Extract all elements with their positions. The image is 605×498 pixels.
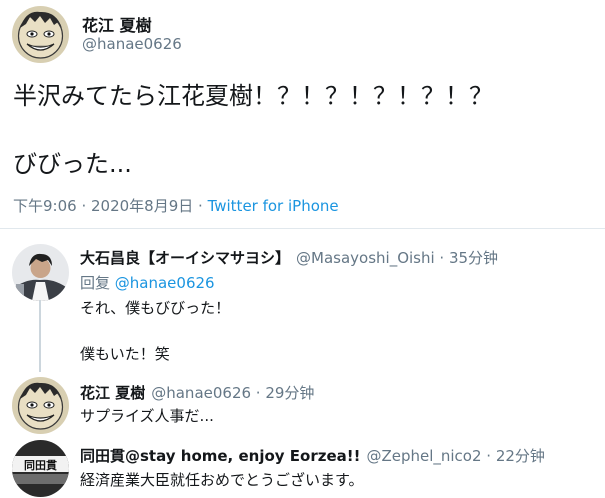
reply-text-line1: サプライズ人事だ... — [80, 407, 214, 425]
reply-author-handle[interactable]: @Masayoshi_Oishi · 35分钟 — [296, 249, 498, 267]
reply-header: 大石昌良【オーイシマサヨシ】 @Masayoshi_Oishi · 35分钟 — [80, 247, 498, 268]
reply-author-name[interactable]: 大石昌良【オーイシマサヨシ】 — [80, 249, 290, 267]
reply-avatar[interactable] — [12, 377, 69, 434]
reply-avatar[interactable]: 同田貫 — [12, 440, 69, 497]
author-name[interactable]: 花江 夏樹 — [82, 12, 152, 36]
reply-header: 花江 夏樹 @hanae0626 · 29分钟 — [80, 382, 314, 403]
reply-item[interactable]: 大石昌良【オーイシマサヨシ】 @Masayoshi_Oishi · 35分钟 回复… — [0, 229, 605, 369]
avatar-logo-text: 同田貫 — [24, 459, 57, 472]
reply-author-handle[interactable]: @hanae0626 · 29分钟 — [151, 384, 314, 402]
reply-to-label: 回复 @hanae0626 — [80, 272, 215, 293]
reply-item[interactable]: 同田貫 同田貫@stay home, enjoy Eorzea!! @Zephel… — [0, 434, 605, 498]
main-avatar[interactable] — [12, 6, 69, 63]
reply-text-line2: 僕もいた！笑 — [80, 345, 170, 363]
main-tweet: 花江 夏樹 @hanae0626 半沢みてたら江花夏樹！？！？！？！？！？ びび… — [0, 0, 605, 228]
reply-header: 同田貫@stay home, enjoy Eorzea!! @Zephel_nic… — [80, 445, 545, 466]
tweet-text-line1: 半沢みてたら江花夏樹！？！？！？！？！？ — [13, 82, 493, 110]
tweet-source-link[interactable]: Twitter for iPhone — [208, 197, 339, 215]
reply-author-name[interactable]: 同田貫@stay home, enjoy Eorzea!! — [80, 447, 360, 465]
tweet-timestamp[interactable]: 下午9:06 · 2020年8月9日 · — [13, 197, 208, 215]
reply-to-prefix: 回复 — [80, 274, 115, 292]
reply-author-handle[interactable]: @Zephel_nico2 · 22分钟 — [366, 447, 544, 465]
reply-text-line1: それ、僕もびびった！ — [80, 299, 231, 317]
reply-text-line1: 経済産業大臣就任おめでとうございます。 — [80, 471, 364, 489]
author-handle[interactable]: @hanae0626 — [82, 35, 182, 53]
reply-item[interactable]: 花江 夏樹 @hanae0626 · 29分钟 サプライズ人事だ... — [0, 372, 605, 434]
tweet-text-line2: びびった... — [13, 150, 132, 178]
tweet-meta: 下午9:06 · 2020年8月9日 · Twitter for iPhone — [13, 195, 339, 216]
thread-connector — [39, 300, 41, 372]
reply-to-link[interactable]: @hanae0626 — [115, 274, 215, 292]
reply-avatar[interactable] — [12, 244, 69, 301]
reply-author-name[interactable]: 花江 夏樹 — [80, 384, 145, 402]
